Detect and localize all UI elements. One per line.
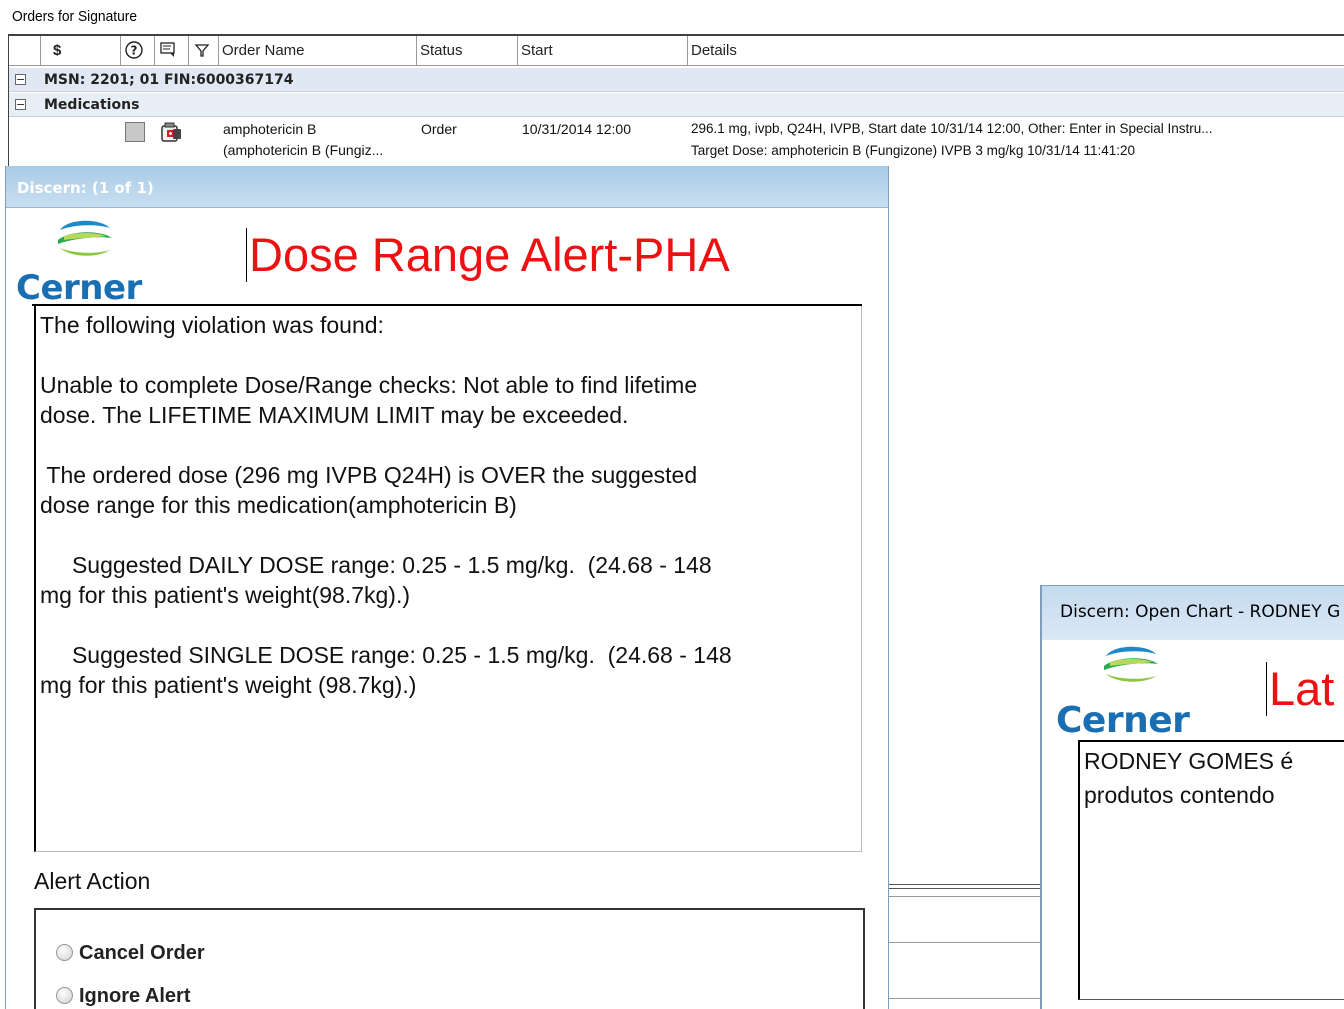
dialog-titlebar[interactable]: Discern: (1 of 1) bbox=[6, 166, 888, 208]
alert-heading: Dose Range Alert-PHA bbox=[246, 228, 730, 282]
encounter-group-row[interactable]: − MSN: 2201; 01 FIN:6000367174 bbox=[9, 68, 1344, 92]
order-details-line1: 296.1 mg, ivpb, Q24H, IVPB, Start date 1… bbox=[691, 121, 1213, 136]
cerner-wordmark: Cerner bbox=[1056, 700, 1190, 741]
alert-action-label: Alert Action bbox=[34, 868, 151, 894]
order-status: Order bbox=[421, 121, 457, 137]
background-divider bbox=[889, 884, 1041, 885]
cerner-logo: Cerner bbox=[16, 216, 166, 308]
alert-message-lifetime: Unable to complete Dose/Range checks: No… bbox=[40, 372, 698, 428]
open-chart-message-line1: RODNEY GOMES é bbox=[1084, 748, 1294, 774]
col-divider-1 bbox=[121, 36, 155, 65]
ignore-alert-radio[interactable] bbox=[56, 987, 73, 1004]
cancel-order-radio[interactable] bbox=[56, 944, 73, 961]
cerner-logo-icon bbox=[58, 220, 112, 256]
details-column-header[interactable]: Details bbox=[688, 36, 1344, 65]
order-name-line2[interactable]: (amphotericin B (Fungiz... bbox=[223, 139, 383, 161]
cerner-logo: Cerner bbox=[1056, 642, 1216, 741]
cancel-order-label[interactable]: Cancel Order bbox=[79, 942, 205, 964]
medications-group-label: Medications bbox=[44, 97, 140, 113]
order-start: 10/31/2014 12:00 bbox=[522, 121, 631, 137]
medications-group-row[interactable]: − Medications bbox=[9, 93, 1344, 117]
row-selector-header[interactable] bbox=[9, 36, 41, 65]
alert-message-intro: The following violation was found: bbox=[40, 312, 384, 338]
open-chart-dialog: Discern: Open Chart - RODNEY G Cerner La… bbox=[1040, 585, 1344, 1009]
orders-window-title: Orders for Signature bbox=[12, 8, 138, 25]
orders-grid: $ ? Order Name Status Start Details − MS… bbox=[8, 34, 1344, 168]
start-column-header[interactable]: Start bbox=[518, 36, 688, 65]
alert-message-daily-range: Suggested DAILY DOSE range: 0.25 - 1.5 m… bbox=[40, 552, 712, 608]
open-chart-message-line2: produtos contendo bbox=[1084, 782, 1275, 808]
open-chart-title: Discern: Open Chart - RODNEY G bbox=[1060, 602, 1341, 622]
dialog-body: Cerner Dose Range Alert-PHA The followin… bbox=[6, 208, 888, 1009]
alert-message-over-dose: The ordered dose (296 mg IVPB Q24H) is O… bbox=[40, 462, 698, 518]
open-chart-message-box: RODNEY GOMES é produtos contendo bbox=[1078, 740, 1344, 1000]
alert-message-box: The following violation was found: Unabl… bbox=[34, 306, 862, 852]
cerner-logo-icon bbox=[1104, 646, 1158, 682]
background-divider bbox=[889, 942, 1041, 943]
background-divider bbox=[889, 888, 1041, 889]
dialog-title: Discern: (1 of 1) bbox=[17, 179, 154, 197]
order-row[interactable]: amphotericin B (amphotericin B (Fungiz..… bbox=[9, 118, 1344, 168]
collapse-toggle-icon[interactable]: − bbox=[15, 74, 26, 85]
encounter-group-label: MSN: 2201; 01 FIN:6000367174 bbox=[44, 72, 294, 88]
order-checkbox[interactable] bbox=[125, 122, 145, 142]
col-divider-3 bbox=[189, 36, 219, 65]
cancel-order-option[interactable]: Cancel Order bbox=[56, 940, 205, 966]
background-divider bbox=[889, 998, 1041, 999]
alert-message-single-range: Suggested SINGLE DOSE range: 0.25 - 1.5 … bbox=[40, 642, 732, 698]
status-column-header[interactable]: Status bbox=[417, 36, 518, 65]
open-chart-titlebar[interactable]: Discern: Open Chart - RODNEY G bbox=[1042, 586, 1344, 640]
collapse-toggle-icon[interactable]: − bbox=[15, 99, 26, 110]
open-chart-heading: Lat bbox=[1266, 662, 1334, 716]
ignore-alert-label[interactable]: Ignore Alert bbox=[79, 985, 191, 1007]
background-divider bbox=[889, 896, 1041, 897]
medication-icon bbox=[159, 121, 183, 143]
dose-range-alert-dialog: Discern: (1 of 1) Cerner Dose Range Aler… bbox=[5, 166, 889, 1009]
grid-header: $ ? Order Name Status Start Details bbox=[9, 36, 1344, 66]
order-details-line2: Target Dose: amphotericin B (Fungizone) … bbox=[691, 143, 1136, 158]
open-chart-body: Cerner Lat RODNEY GOMES é produtos conte… bbox=[1042, 640, 1344, 1009]
cost-column-header[interactable]: $ bbox=[41, 36, 121, 65]
col-divider-2 bbox=[155, 36, 189, 65]
cerner-wordmark: Cerner bbox=[16, 268, 142, 308]
ignore-alert-option[interactable]: Ignore Alert bbox=[56, 983, 191, 1009]
order-name-line1[interactable]: amphotericin B bbox=[223, 118, 316, 140]
alert-action-box: Cancel Order Ignore Alert bbox=[34, 908, 865, 1009]
order-name-column-header[interactable]: Order Name bbox=[219, 36, 417, 65]
